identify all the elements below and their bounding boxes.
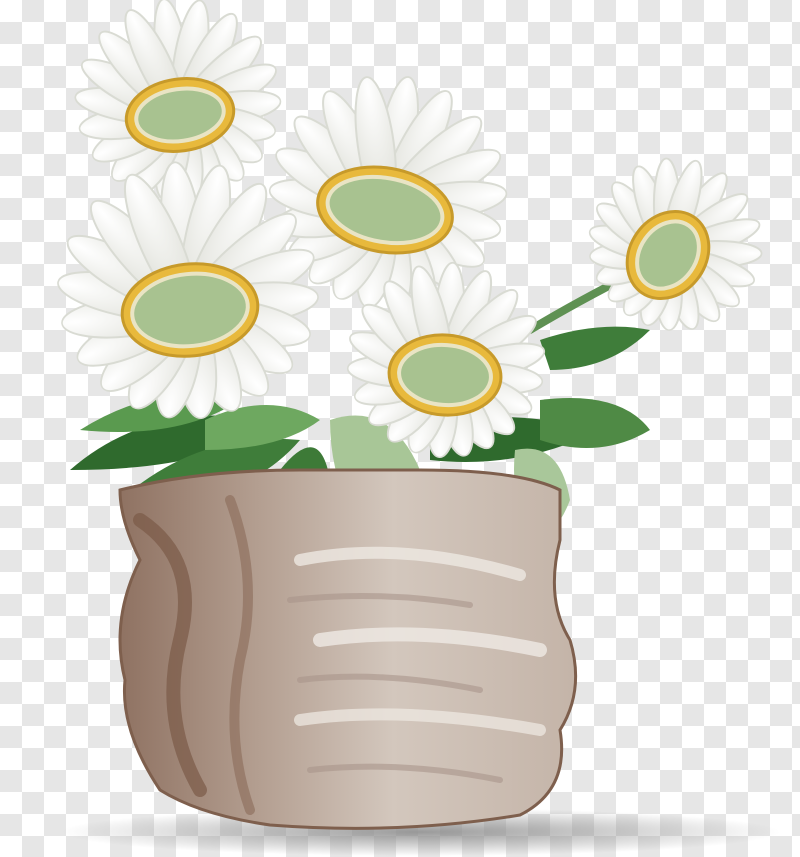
bark-pot bbox=[118, 468, 578, 830]
daisy-flowers bbox=[57, 0, 763, 458]
illustration-canvas bbox=[0, 0, 800, 857]
daisy-pot-illustration bbox=[57, 0, 780, 856]
